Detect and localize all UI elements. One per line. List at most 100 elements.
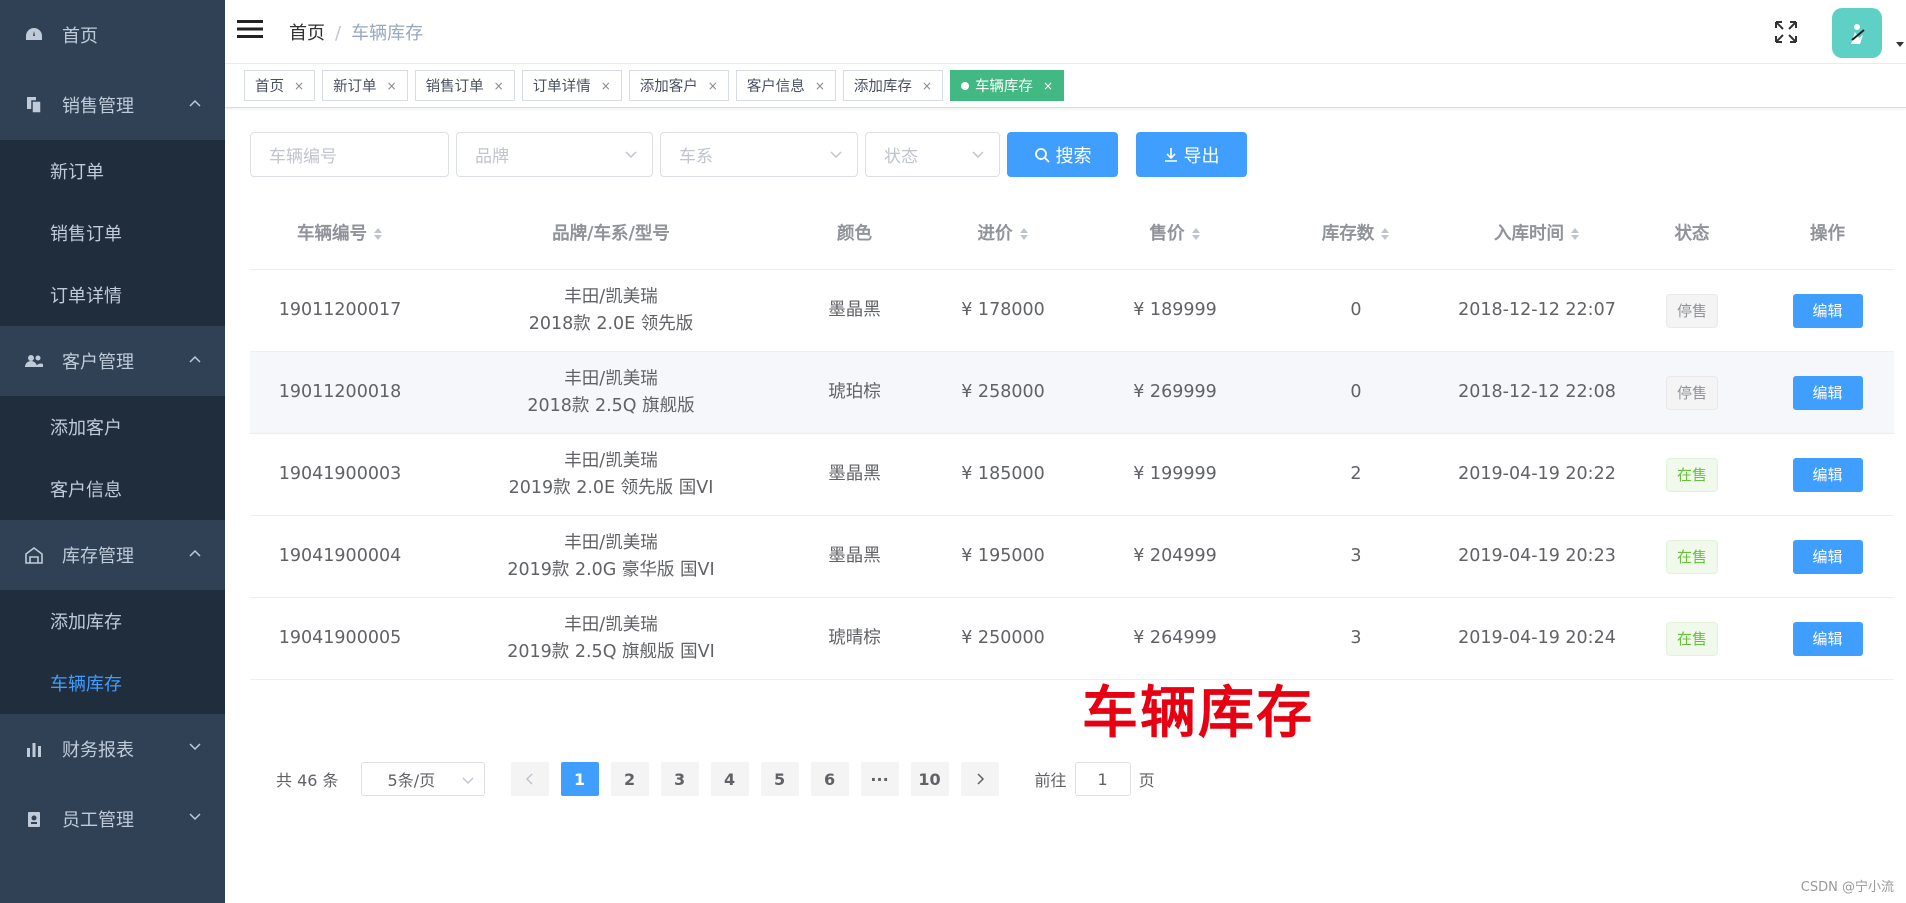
vehicle-no-input[interactable]: 车辆编号: [250, 132, 449, 177]
edit-button[interactable]: 编辑: [1792, 621, 1863, 656]
menu-home[interactable]: 首页: [0, 0, 225, 70]
close-icon[interactable]: ×: [815, 79, 825, 93]
header-label: 入库时间: [1494, 224, 1564, 244]
page-size-select[interactable]: 5条/页: [360, 762, 485, 796]
close-icon[interactable]: ×: [294, 79, 304, 93]
download-icon: [1164, 147, 1177, 162]
status-badge: 在售: [1665, 539, 1718, 574]
sort-icon[interactable]: [1570, 226, 1580, 242]
col-time[interactable]: 入库时间: [1451, 221, 1623, 248]
model-brand: 丰田/凯美瑞: [564, 286, 658, 307]
close-icon[interactable]: ×: [601, 79, 611, 93]
cell-color: 墨晶黑: [828, 464, 881, 484]
menu-customers[interactable]: 客户管理: [0, 326, 225, 396]
edit-button[interactable]: 编辑: [1792, 539, 1863, 574]
more-pages-button[interactable]: ···: [860, 762, 899, 796]
page-button[interactable]: 2: [610, 762, 649, 796]
close-icon[interactable]: ×: [387, 79, 397, 93]
page-button[interactable]: 3: [660, 762, 699, 796]
cell-status: 在售: [1623, 457, 1761, 492]
sidebar-item-add-customer[interactable]: 添加客户: [0, 396, 225, 458]
menu-staff[interactable]: 员工管理: [0, 784, 225, 854]
tag-label: 销售订单: [425, 79, 484, 95]
next-page-button[interactable]: [960, 762, 999, 796]
close-icon[interactable]: ×: [708, 79, 718, 93]
page-button[interactable]: 4: [710, 762, 749, 796]
tag-customer-info[interactable]: 客户信息 ×: [735, 70, 836, 101]
menu-sales[interactable]: 销售管理: [0, 70, 225, 140]
fullscreen-icon[interactable]: [1774, 20, 1798, 49]
navbar: 首页 / 车辆库存: [225, 0, 1906, 64]
cell-status: 在售: [1623, 621, 1761, 656]
cell-cost: ¥ 185000: [961, 464, 1045, 484]
sidebar-item-order-detail[interactable]: 订单详情: [0, 264, 225, 326]
sort-icon[interactable]: [1191, 226, 1201, 242]
pagination-total: 共 46 条: [276, 771, 339, 790]
tag-order-detail[interactable]: 订单详情 ×: [521, 70, 622, 101]
menu-home-label: 首页: [62, 26, 98, 47]
tag-sales-orders[interactable]: 销售订单 ×: [414, 70, 515, 101]
status-badge: 在售: [1665, 457, 1718, 492]
tag-label: 添加库存: [853, 79, 912, 95]
tag-add-customer[interactable]: 添加客户 ×: [628, 70, 729, 101]
col-vehicle-no[interactable]: 车辆编号: [250, 221, 430, 248]
prev-page-button[interactable]: [510, 762, 549, 796]
search-button[interactable]: 搜索: [1007, 132, 1118, 177]
cell-action: 编辑: [1761, 375, 1894, 410]
cell-stock: 0: [1350, 300, 1362, 320]
cell-time: 2018-12-12 22:07: [1458, 300, 1616, 320]
sidebar-item-new-order[interactable]: 新订单: [0, 140, 225, 202]
edit-button[interactable]: 编辑: [1792, 457, 1863, 492]
table-row: 19041900004 丰田/凯美瑞 2019款 2.0G 豪华版 国VI 墨晶黑…: [250, 516, 1894, 598]
menu-finance[interactable]: 财务报表: [0, 714, 225, 784]
sidebar-item-add-inventory[interactable]: 添加库存: [0, 590, 225, 652]
sort-icon[interactable]: [373, 226, 383, 242]
hamburger-icon[interactable]: [237, 19, 263, 44]
table-row: 19041900003 丰田/凯美瑞 2019款 2.0E 领先版 国VI 墨晶黑…: [250, 434, 1894, 516]
breadcrumb-current: 车辆库存: [351, 22, 424, 44]
tag-new-order[interactable]: 新订单 ×: [322, 70, 408, 101]
menu-inventory[interactable]: 库存管理: [0, 520, 225, 590]
sort-icon[interactable]: [1019, 226, 1029, 242]
tag-label: 新订单: [333, 79, 377, 95]
brand-select[interactable]: 品牌: [456, 132, 653, 177]
edit-button[interactable]: 编辑: [1792, 293, 1863, 328]
series-placeholder: 车系: [679, 147, 713, 167]
cell-vehicle-no: 19041900004: [278, 546, 402, 566]
export-button[interactable]: 导出: [1136, 132, 1247, 177]
tag-home[interactable]: 首页 ×: [244, 70, 316, 101]
close-icon[interactable]: ×: [494, 79, 504, 93]
breadcrumb-home[interactable]: 首页: [289, 23, 325, 44]
sort-icon[interactable]: [1380, 226, 1390, 242]
edit-button[interactable]: 编辑: [1792, 375, 1863, 410]
page-button[interactable]: 10: [910, 762, 949, 796]
tag-vehicle-inventory[interactable]: 车辆库存 ×: [949, 70, 1064, 101]
chevron-left-icon: [525, 773, 533, 785]
tag-label: 订单详情: [532, 79, 591, 95]
col-stock[interactable]: 库存数: [1261, 221, 1451, 248]
col-cost[interactable]: 进价: [917, 221, 1089, 248]
menu-customers-label: 客户管理: [62, 352, 134, 373]
status-select[interactable]: 状态: [865, 132, 1000, 177]
sidebar-item-vehicle-inventory[interactable]: 车辆库存: [0, 652, 225, 714]
filter-bar: 车辆编号 品牌 车系 状态 搜索 导出: [250, 132, 1265, 177]
page-button[interactable]: 6: [810, 762, 849, 796]
tag-add-inventory[interactable]: 添加库存 ×: [842, 70, 943, 101]
goto-page-input[interactable]: 1: [1074, 762, 1131, 796]
caret-down-icon[interactable]: [1896, 42, 1904, 47]
close-icon[interactable]: ×: [922, 79, 932, 93]
page-button[interactable]: 1: [560, 762, 599, 796]
page-button[interactable]: 5: [760, 762, 799, 796]
col-price[interactable]: 售价: [1089, 221, 1261, 248]
series-select[interactable]: 车系: [660, 132, 858, 177]
sidebar-item-sales-orders[interactable]: 销售订单: [0, 202, 225, 264]
close-icon[interactable]: ×: [1043, 79, 1053, 93]
cell-vehicle-no: 19041900005: [278, 628, 402, 648]
cell-status: 停售: [1623, 293, 1761, 328]
chevron-up-icon: [189, 99, 201, 107]
sidebar-item-customer-info[interactable]: 客户信息: [0, 458, 225, 520]
avatar[interactable]: [1832, 8, 1882, 58]
cell-cost: ¥ 250000: [961, 628, 1045, 648]
status-badge: 停售: [1665, 375, 1718, 410]
search-icon: [1034, 147, 1050, 163]
